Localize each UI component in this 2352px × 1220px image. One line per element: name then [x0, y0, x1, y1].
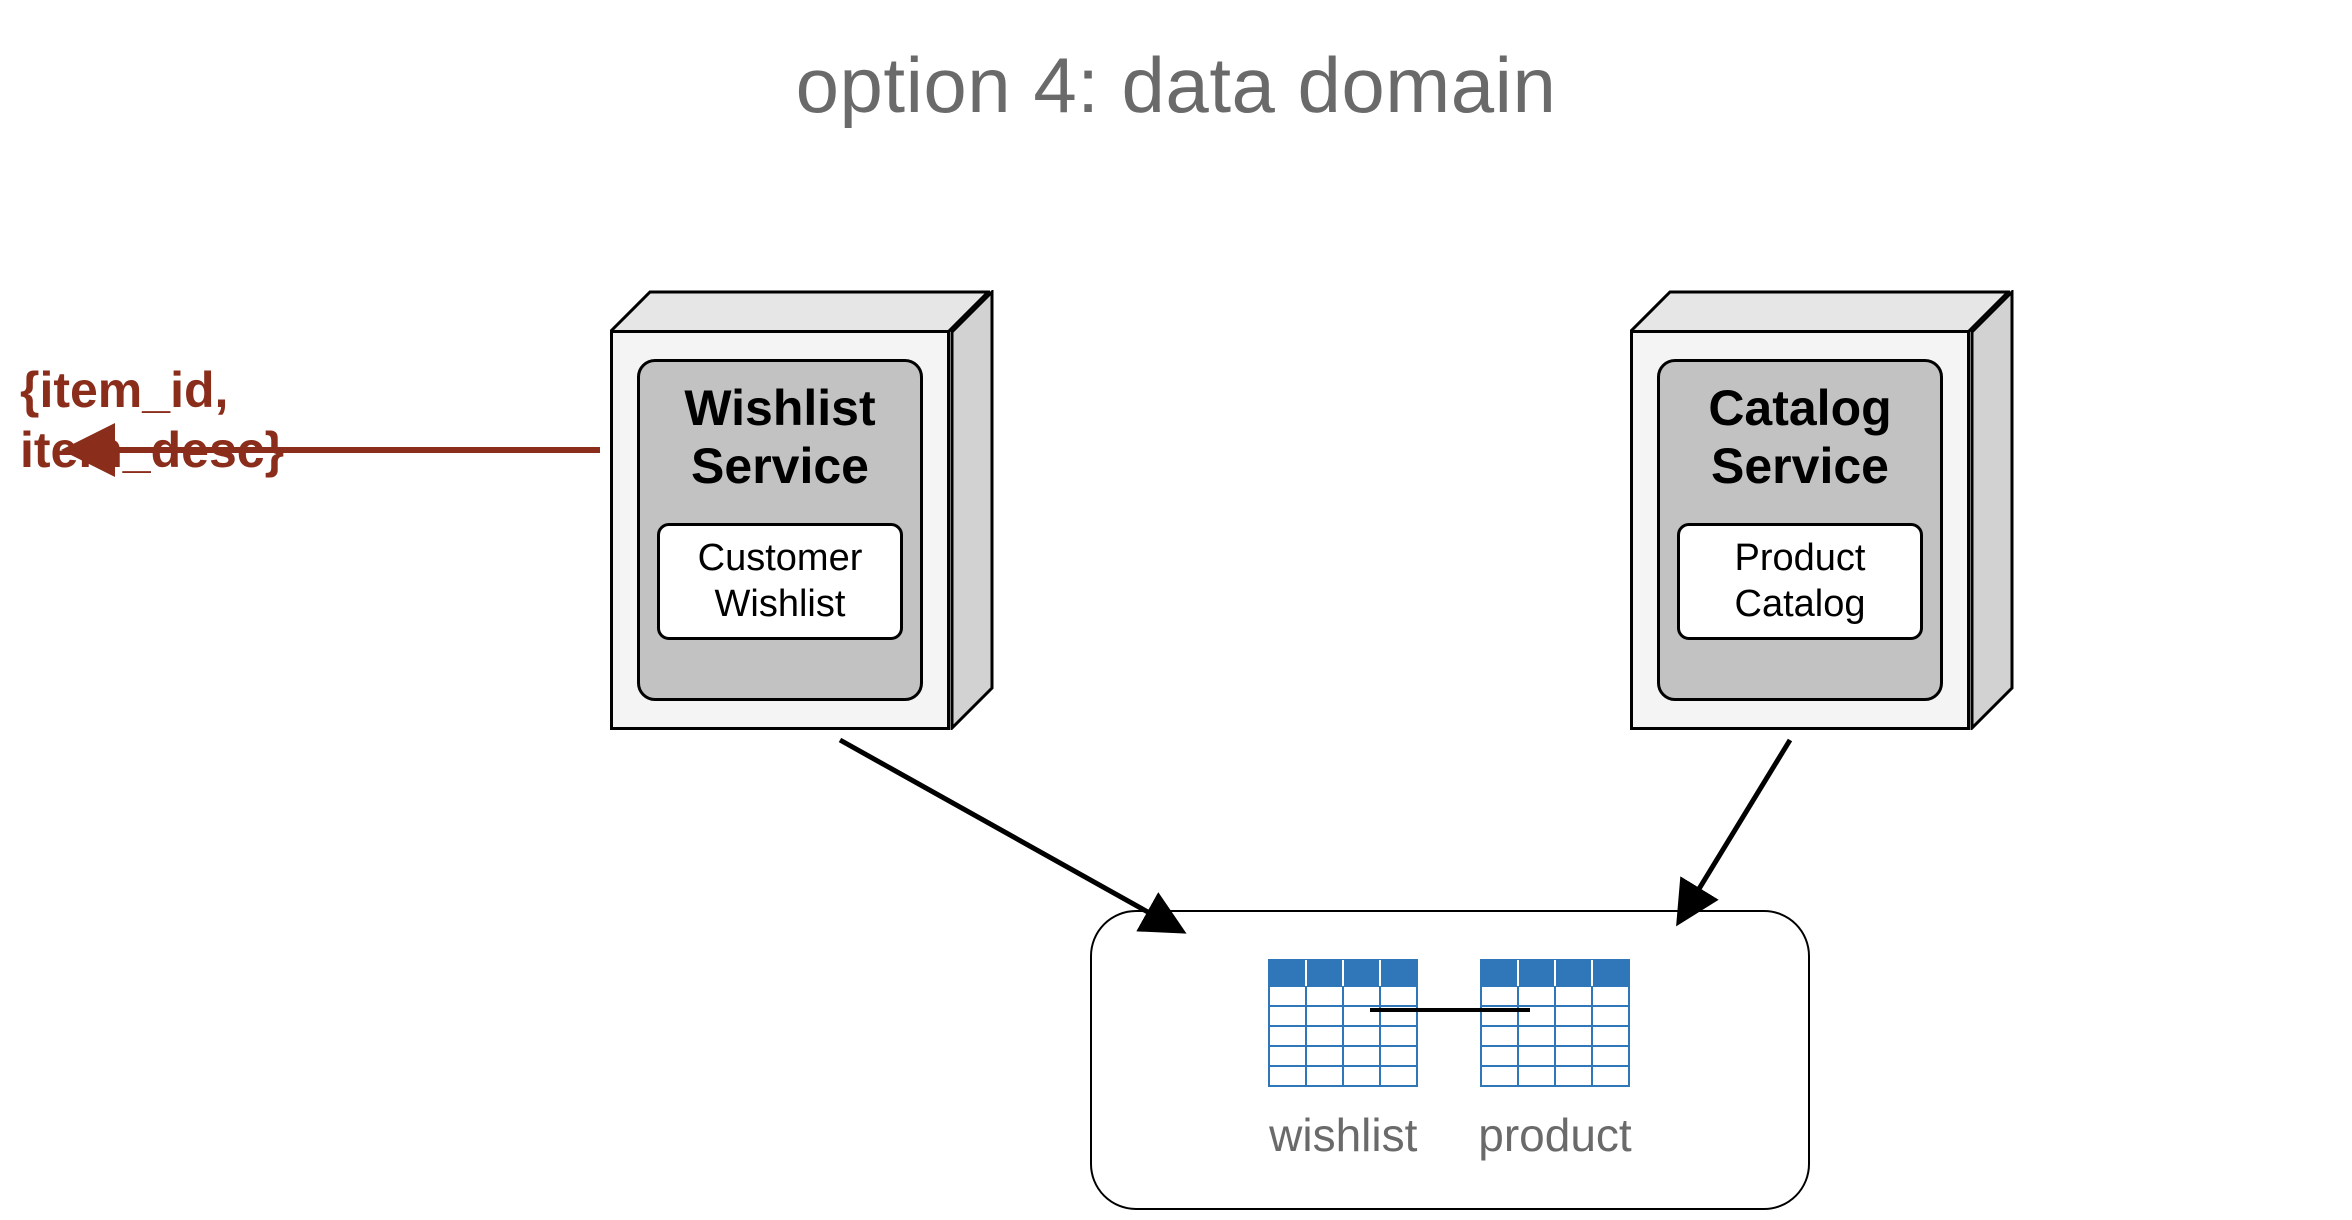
box-3d-side: [1970, 290, 2010, 730]
box-3d-side: [950, 290, 990, 730]
response-payload-label: {item_id, item_desc}: [20, 360, 284, 480]
box-front: Catalog Service Product Catalog: [1630, 330, 1970, 730]
wishlist-service-box: Wishlist Service Customer Wishlist: [610, 290, 990, 730]
box-inner: Wishlist Service Customer Wishlist: [637, 359, 923, 701]
diagram-stage: option 4: data domain {item_id, item_des…: [0, 0, 2352, 1220]
arrow-catalog-to-domain: [1680, 740, 1790, 920]
service-title: Catalog Service: [1708, 380, 1891, 495]
service-title-line-1: Catalog: [1708, 380, 1891, 438]
box-3d-top: [610, 290, 990, 330]
arrow-wishlist-to-domain: [840, 740, 1180, 930]
service-title-line-2: Service: [684, 438, 875, 496]
service-sub-line-1: Product: [1700, 536, 1900, 582]
table-label: product: [1478, 1108, 1631, 1162]
table-icon: [1480, 959, 1630, 1094]
table-icon: [1268, 959, 1418, 1094]
box-3d-top: [1630, 290, 2010, 330]
service-subcomponent: Customer Wishlist: [657, 523, 903, 640]
service-subcomponent: Product Catalog: [1677, 523, 1923, 640]
payload-line-2: item_desc}: [20, 420, 284, 480]
data-domain-container: wishlist product: [1090, 910, 1810, 1210]
wishlist-table: wishlist: [1268, 959, 1418, 1162]
payload-line-1: {item_id,: [20, 360, 284, 420]
service-title-line-1: Wishlist: [684, 380, 875, 438]
catalog-service-box: Catalog Service Product Catalog: [1630, 290, 2010, 730]
service-sub-line-1: Customer: [680, 536, 880, 582]
diagram-title: option 4: data domain: [0, 40, 2352, 131]
table-label: wishlist: [1269, 1108, 1417, 1162]
service-sub-line-2: Catalog: [1700, 582, 1900, 628]
box-front: Wishlist Service Customer Wishlist: [610, 330, 950, 730]
product-table: product: [1478, 959, 1631, 1162]
box-inner: Catalog Service Product Catalog: [1657, 359, 1943, 701]
service-title: Wishlist Service: [684, 380, 875, 495]
service-sub-line-2: Wishlist: [680, 582, 880, 628]
service-title-line-2: Service: [1708, 438, 1891, 496]
